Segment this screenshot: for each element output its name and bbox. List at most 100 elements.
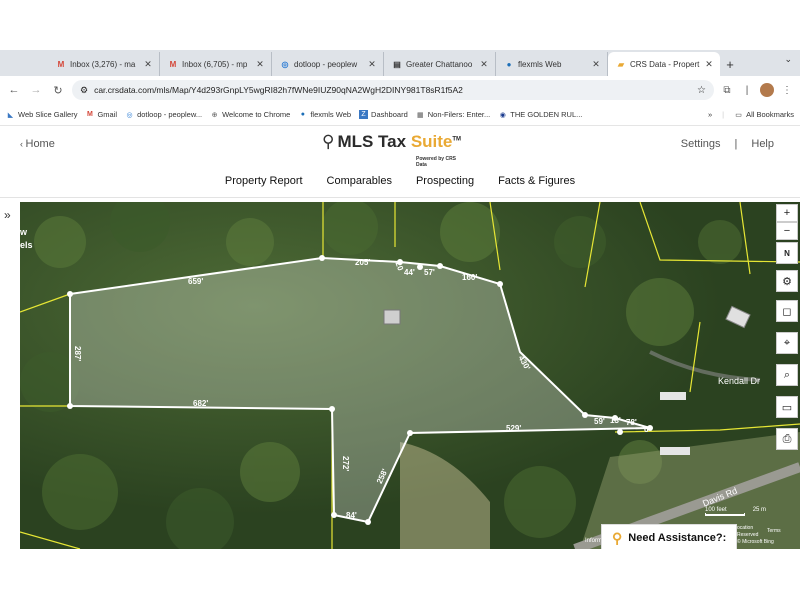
bookmark-label: THE GOLDEN RUL... (510, 110, 583, 119)
dim-label: 84' (346, 511, 357, 520)
tab-label: dotloop - peoplew (294, 59, 358, 69)
dim-label: 59' (594, 417, 605, 426)
folder-icon: ▭ (735, 111, 742, 119)
dim-label: 57' (424, 268, 435, 277)
draw-shape-icon[interactable]: ◻ (776, 300, 798, 322)
address-bar[interactable]: ⚙ car.crsdata.com/mls/Map/Y4d293rGnpLY5w… (72, 80, 714, 100)
site-info-icon[interactable]: ⚙ (80, 85, 88, 96)
forward-arrow-icon[interactable]: → (28, 82, 44, 98)
attribution-line: © Microsoft Bing (737, 539, 774, 545)
map-corner-text: els (20, 240, 33, 250)
map-search-icon[interactable]: ⌕ (776, 364, 798, 386)
bookmark-golden-rule[interactable]: ◉ THE GOLDEN RUL... (498, 110, 583, 119)
tab-crs-data[interactable]: ▰ CRS Data - Propert ✕ (608, 52, 720, 76)
tab-search-chevron-icon[interactable]: ⌄ (784, 54, 792, 65)
back-arrow-icon[interactable]: ← (6, 82, 22, 98)
flexmls-icon: ● (506, 59, 512, 69)
bookmark-gmail[interactable]: M Gmail (85, 110, 117, 119)
all-bookmarks[interactable]: ▭ All Bookmarks (734, 110, 794, 119)
close-icon[interactable]: ✕ (255, 59, 265, 70)
tab-bar-spacer (0, 52, 48, 76)
tab-label: Inbox (6,705) - mp (182, 59, 248, 69)
help-link[interactable]: Help (751, 138, 774, 150)
dim-label: 682' (193, 399, 208, 408)
measure-ruler-icon[interactable]: ▭ (776, 396, 798, 418)
gmail-icon: M (57, 59, 65, 69)
map-canvas: 659' 205' 20 44' 57' 160' 430' 59' 13' 7… (20, 202, 800, 549)
nav-comparables[interactable]: Comparables (327, 175, 392, 187)
map-attribution: ocation Reserved © Microsoft Bing Terms (737, 525, 799, 546)
bookmark-welcome-chrome[interactable]: ⊕ Welcome to Chrome (210, 110, 291, 119)
close-icon[interactable]: ✕ (591, 59, 601, 70)
reload-icon[interactable]: ↻ (50, 82, 66, 98)
nav-property-report[interactable]: Property Report (225, 175, 303, 187)
flexmls-icon: ● (300, 111, 305, 118)
map-settings-gear-icon[interactable]: ⚙ (776, 270, 798, 292)
tab-dotloop[interactable]: ◎ dotloop - peoplew ✕ (272, 52, 384, 76)
header-divider (0, 197, 800, 198)
map-corner-text: w (20, 227, 28, 237)
bookmark-web-slice[interactable]: ◣ Web Slice Gallery (6, 110, 78, 119)
close-icon[interactable]: ✕ (367, 59, 377, 70)
gmail-icon: M (169, 59, 177, 69)
close-icon[interactable]: ✕ (143, 59, 153, 70)
terms-link[interactable]: Terms (767, 528, 781, 535)
nav-prospecting[interactable]: Prospecting (416, 175, 474, 187)
bookmark-star-icon[interactable]: ☆ (697, 85, 706, 96)
browser-tab-bar: M Inbox (3,276) - ma ✕ M Inbox (6,705) -… (0, 50, 800, 76)
locate-crosshair-icon[interactable]: ⌖ (776, 332, 798, 354)
close-icon[interactable]: ✕ (704, 59, 714, 70)
road-label-kendall: Kendall Dr (718, 376, 760, 386)
bookmark-label: Web Slice Gallery (18, 110, 78, 119)
mls-tax-suite-logo[interactable]: ⚲ MLS Tax SuiteTM Powered by CRS Data (322, 132, 461, 168)
nav-facts-figures[interactable]: Facts & Figures (498, 175, 575, 187)
browser-toolbar: ← → ↻ ⚙ car.crsdata.com/mls/Map/Y4d293rG… (0, 76, 800, 104)
print-icon[interactable]: ⎙ (776, 428, 798, 450)
dim-label: 287' (73, 346, 82, 361)
all-bookmarks-label: All Bookmarks (746, 110, 794, 119)
tab-inbox-2[interactable]: M Inbox (6,705) - mp ✕ (160, 52, 272, 76)
zoom-out-icon[interactable]: − (776, 222, 798, 240)
page-icon: ▦ (416, 111, 424, 119)
scale-feet: 100 feet (705, 507, 727, 513)
bookmark-label: Welcome to Chrome (222, 110, 291, 119)
bookmark-label: dotloop - peoplew... (137, 110, 203, 119)
new-tab-plus-icon[interactable]: + (720, 52, 740, 76)
dim-label: 6 (644, 425, 649, 434)
aerial-map[interactable]: 659' 205' 20 44' 57' 160' 430' 59' 13' 7… (20, 202, 800, 549)
map-info-label[interactable]: Inform (585, 538, 602, 544)
kebab-menu-icon[interactable]: ⋮ (780, 83, 794, 97)
expand-sidebar-icon[interactable]: » (4, 208, 11, 222)
key-icon: ⚲ (612, 529, 623, 546)
profile-avatar[interactable] (760, 83, 774, 97)
crs-icon: ▰ (617, 59, 625, 69)
gmail-icon: M (87, 111, 93, 118)
compass-icon[interactable]: N (776, 242, 798, 264)
settings-link[interactable]: Settings (681, 138, 721, 150)
bookmark-non-filers[interactable]: ▦ Non-Filers: Enter... (416, 110, 490, 119)
tab-flexmls[interactable]: ● flexmls Web ✕ (496, 52, 608, 76)
bookmark-dotloop[interactable]: ◎ dotloop - peoplew... (125, 110, 203, 119)
header-separator: | (734, 138, 738, 150)
tab-greater-chattanooga[interactable]: ▤ Greater Chattanoo ✕ (384, 52, 496, 76)
tab-label: flexmls Web (518, 59, 562, 69)
tab-label: Greater Chattanoo (406, 59, 473, 69)
bookmark-dashboard[interactable]: Z Dashboard (359, 110, 408, 119)
dashboard-icon: Z (359, 110, 369, 119)
scale-line (705, 513, 745, 516)
bookmarks-divider: | (722, 110, 725, 119)
screen-top-blank (0, 0, 800, 50)
close-icon[interactable]: ✕ (479, 59, 489, 70)
bookmark-flexmls[interactable]: ● flexmls Web (298, 110, 351, 119)
dim-label: 205' (355, 258, 370, 267)
tab-label: CRS Data - Propert (630, 59, 700, 69)
web-slice-icon: ◣ (7, 111, 14, 119)
bookmarks-overflow-icon[interactable]: » (708, 110, 712, 119)
tab-inbox-1[interactable]: M Inbox (3,276) - ma ✕ (48, 52, 160, 76)
sidebar-divider-icon: | (745, 84, 749, 96)
home-link[interactable]: ‹ Home (20, 138, 55, 150)
zoom-in-icon[interactable]: + (776, 204, 798, 222)
need-assistance-button[interactable]: ⚲ Need Assistance?: (601, 524, 737, 552)
extensions-puzzle-icon[interactable]: ⧉ (720, 83, 734, 97)
dim-label: 160' (462, 273, 477, 282)
